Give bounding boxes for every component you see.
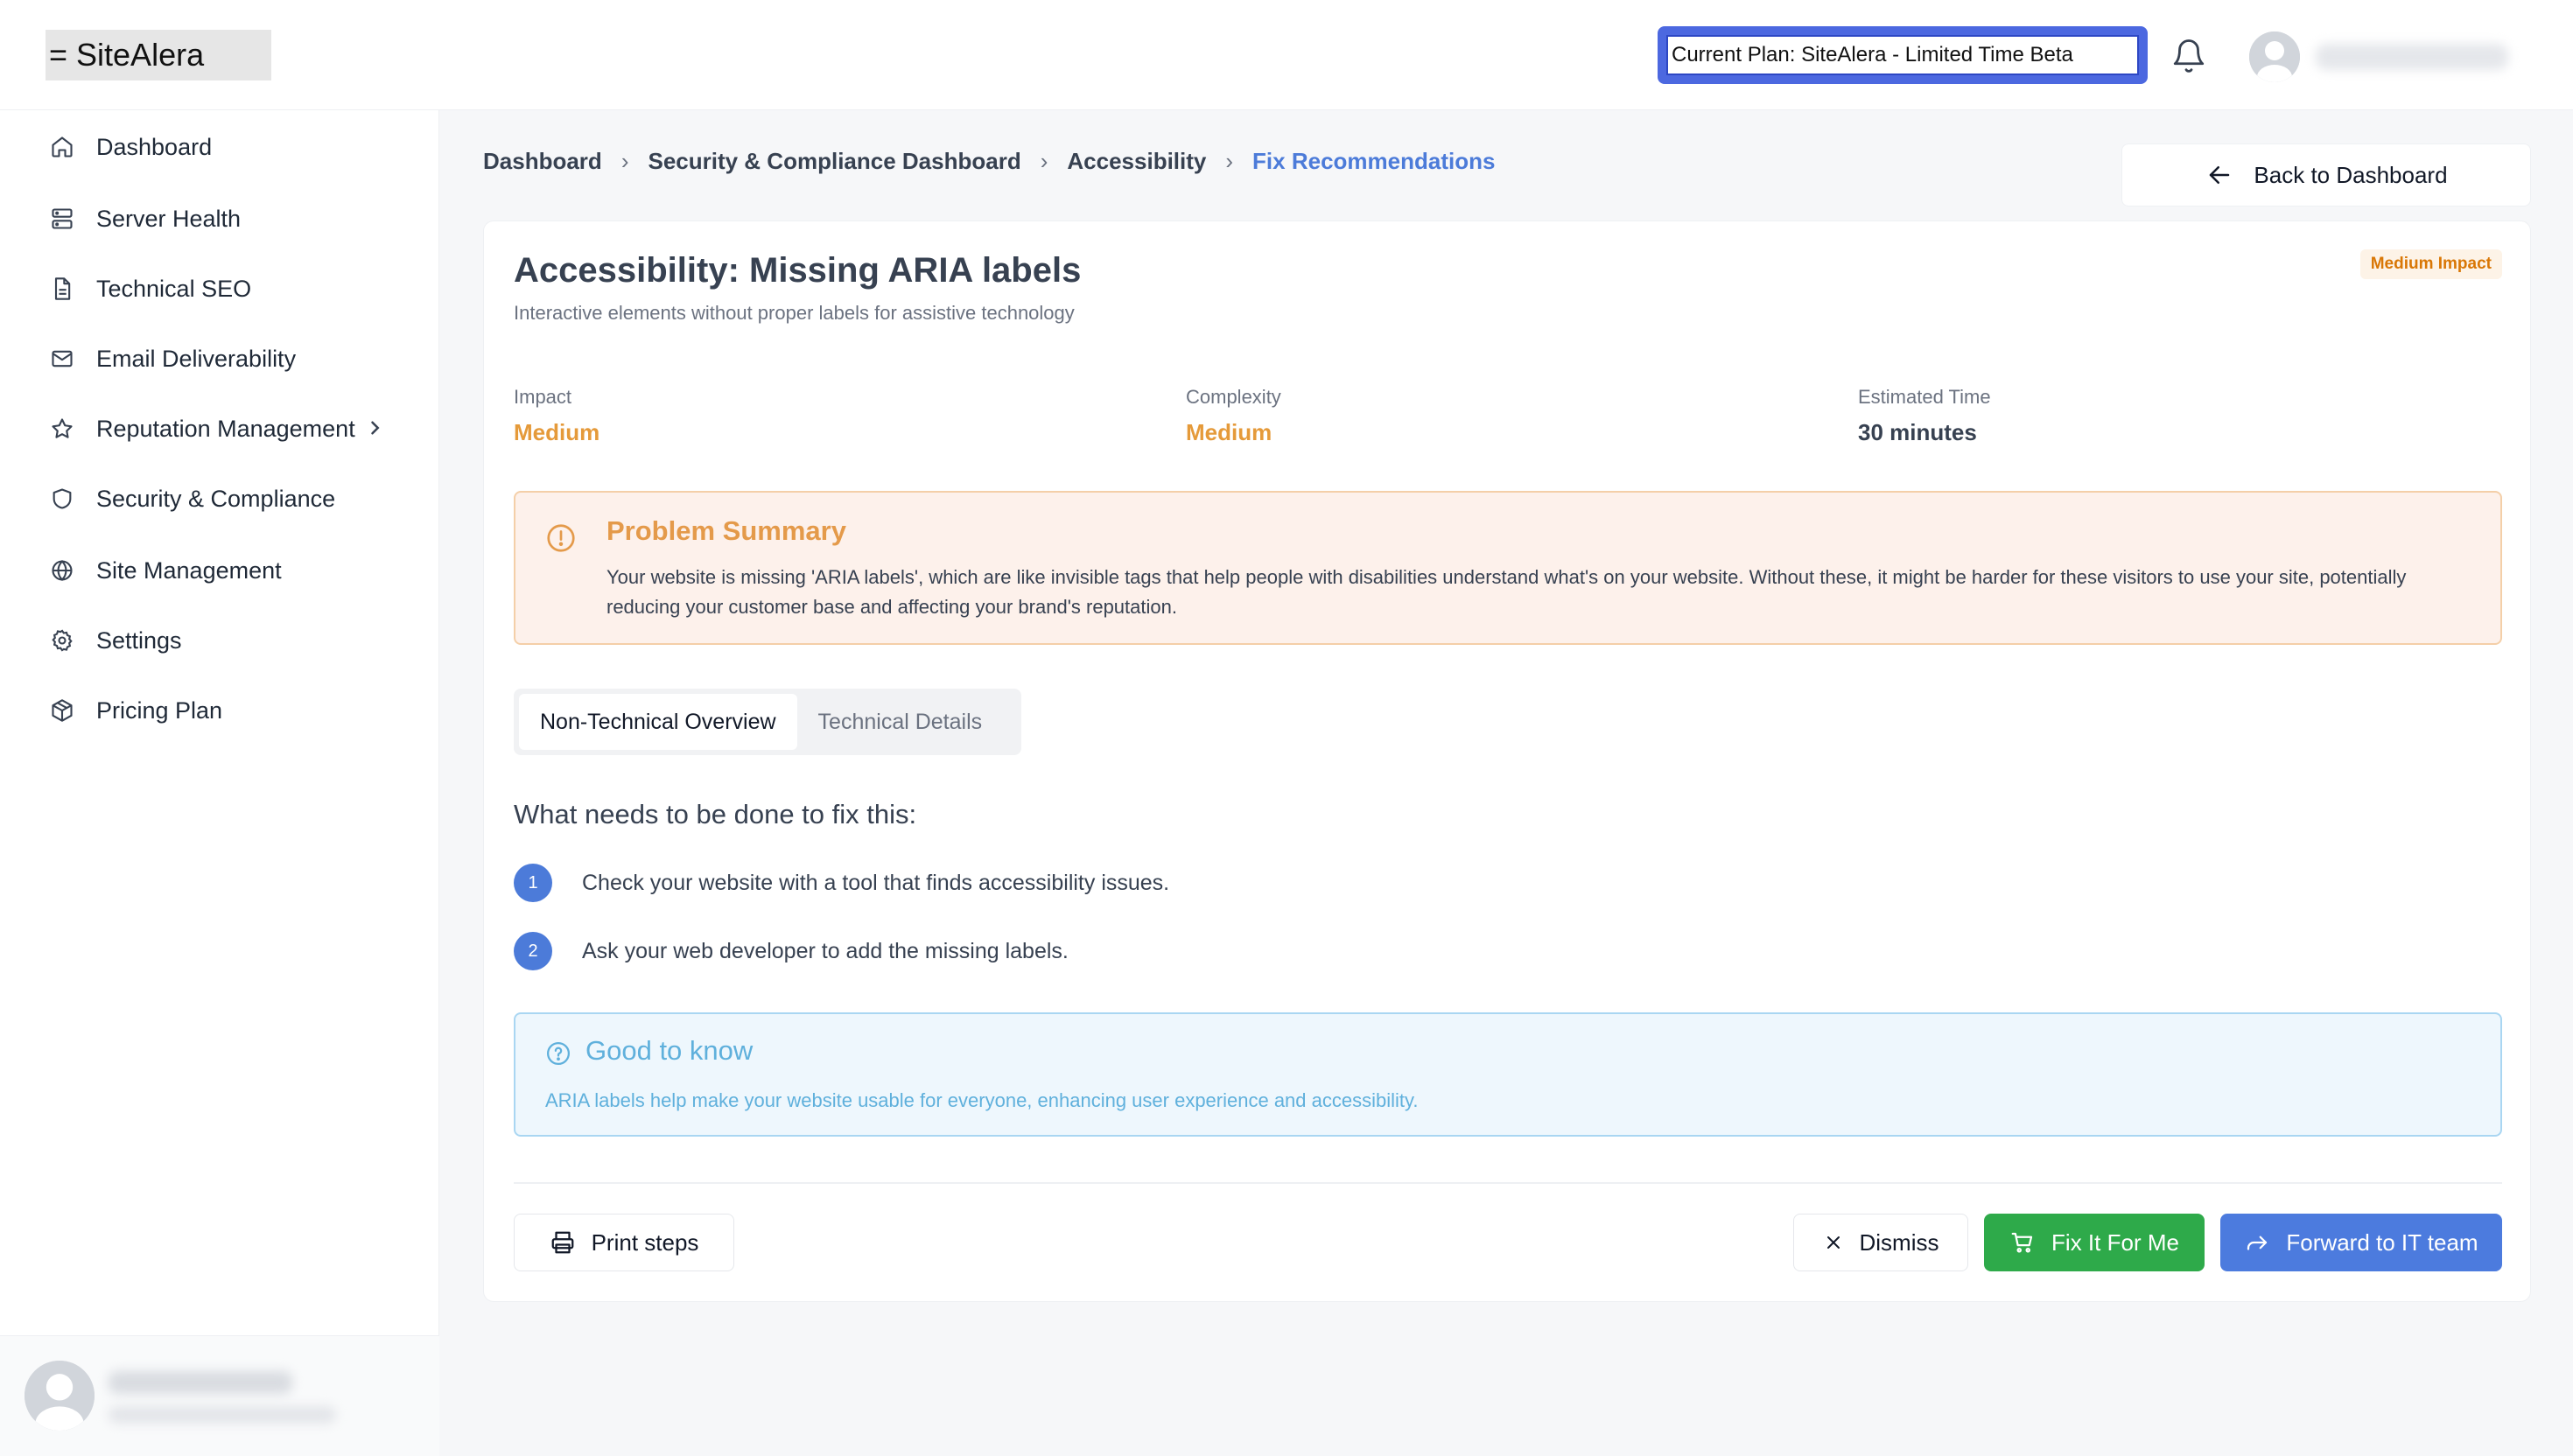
user-name-blurred xyxy=(109,1371,292,1394)
user-email-blurred xyxy=(109,1406,336,1424)
overview-tabs: Non-Technical Overview Technical Details xyxy=(514,689,1021,755)
step-text: Check your website with a tool that find… xyxy=(582,870,1170,895)
metric-value: Medium xyxy=(514,419,600,445)
document-icon xyxy=(49,276,75,302)
sidebar-item-dashboard[interactable]: Dashboard xyxy=(49,130,212,164)
sidebar-item-label: Server Health xyxy=(96,205,242,232)
button-label: Print steps xyxy=(591,1228,699,1256)
forward-icon xyxy=(2244,1229,2270,1256)
chevron-right-icon: › xyxy=(1225,147,1234,174)
back-to-dashboard-button[interactable]: Back to Dashboard xyxy=(2121,144,2531,206)
sidebar-item-label: Settings xyxy=(96,626,182,654)
chevron-right-icon: › xyxy=(1040,147,1048,174)
user-avatar[interactable] xyxy=(2249,32,2300,82)
avatar xyxy=(25,1361,95,1431)
section-heading: What needs to be done to fix this: xyxy=(514,799,917,830)
dismiss-button[interactable]: Dismiss xyxy=(1793,1214,1968,1271)
sidebar: Dashboard Server Health Technical SEO Em… xyxy=(0,110,439,1456)
logo[interactable]: = SiteAlera xyxy=(46,30,271,80)
sidebar-item-reputation-management[interactable]: Reputation Management xyxy=(49,411,382,446)
sidebar-item-settings[interactable]: Settings xyxy=(49,623,182,658)
top-header: = SiteAlera Current Plan: SiteAlera - Li… xyxy=(0,0,2573,110)
sidebar-item-server-health[interactable]: Server Health xyxy=(49,201,241,236)
globe-icon xyxy=(49,557,75,584)
sidebar-item-technical-seo[interactable]: Technical SEO xyxy=(49,271,251,306)
metric-label: Complexity xyxy=(1186,386,1281,408)
step-text: Ask your web developer to add the missin… xyxy=(582,938,1069,963)
metric-label: Impact xyxy=(514,386,572,408)
metric-complexity: Complexity Medium xyxy=(1186,386,1281,446)
metric-impact: Impact Medium xyxy=(514,386,599,446)
cart-icon xyxy=(2009,1229,2036,1256)
arrow-left-icon xyxy=(2205,162,2234,188)
page-title: Accessibility: Missing ARIA labels xyxy=(514,251,1082,290)
tab-technical-details[interactable]: Technical Details xyxy=(797,694,1004,750)
sidebar-item-label: Site Management xyxy=(96,556,282,584)
list-item: 2 Ask your web developer to add the miss… xyxy=(514,932,1069,970)
printer-icon xyxy=(550,1229,576,1256)
good-to-know-box: Good to know ARIA labels help make your … xyxy=(514,1012,2502,1137)
breadcrumb: Dashboard › Security & Compliance Dashbo… xyxy=(483,145,1495,177)
bell-icon[interactable] xyxy=(2170,37,2207,75)
package-icon xyxy=(49,697,75,724)
page-subtitle: Interactive elements without proper labe… xyxy=(514,302,1075,324)
breadcrumb-accessibility[interactable]: Accessibility xyxy=(1067,148,1206,175)
sidebar-user-profile[interactable] xyxy=(0,1335,439,1456)
metric-estimated-time: Estimated Time 30 minutes xyxy=(1858,386,1991,446)
sidebar-item-security-compliance[interactable]: Security & Compliance xyxy=(49,481,335,516)
button-label: Forward to IT team xyxy=(2286,1228,2478,1256)
list-item: 1 Check your website with a tool that fi… xyxy=(514,864,1169,902)
fix-recommendation-card: Accessibility: Missing ARIA labels Inter… xyxy=(483,220,2531,1302)
metric-value: 30 minutes xyxy=(1858,419,1977,445)
step-number: 2 xyxy=(514,932,552,970)
step-number: 1 xyxy=(514,864,552,902)
button-label: Dismiss xyxy=(1859,1228,1939,1256)
chevron-right-icon: › xyxy=(620,147,629,174)
current-plan-badge[interactable]: Current Plan: SiteAlera - Limited Time B… xyxy=(1658,26,2148,84)
problem-summary-text: Your website is missing 'ARIA labels', w… xyxy=(606,566,2407,618)
print-steps-button[interactable]: Print steps xyxy=(514,1214,734,1271)
divider xyxy=(514,1182,2502,1184)
shield-icon xyxy=(49,486,75,512)
sidebar-item-pricing-plan[interactable]: Pricing Plan xyxy=(49,693,222,728)
chevron-right-icon xyxy=(368,416,382,443)
status-badge: Medium Impact xyxy=(2359,249,2502,279)
forward-to-it-team-button[interactable]: Forward to IT team xyxy=(2220,1214,2502,1271)
sidebar-item-label: Email Deliverability xyxy=(96,345,297,372)
good-to-know-title: Good to know xyxy=(585,1035,754,1066)
server-icon xyxy=(49,206,75,232)
gear-icon xyxy=(49,627,75,654)
button-label: Fix It For Me xyxy=(2051,1228,2179,1256)
current-plan-label: Current Plan: SiteAlera - Limited Time B… xyxy=(1666,35,2139,75)
sidebar-item-label: Pricing Plan xyxy=(96,696,223,724)
sidebar-item-label: Technical SEO xyxy=(96,275,252,302)
alert-circle-icon xyxy=(545,522,577,554)
breadcrumb-dashboard[interactable]: Dashboard xyxy=(483,148,602,175)
home-icon xyxy=(49,134,75,160)
star-icon xyxy=(49,416,75,442)
breadcrumb-security-compliance[interactable]: Security & Compliance Dashboard xyxy=(648,148,1020,175)
metric-value: Medium xyxy=(1186,419,1272,445)
back-button-label: Back to Dashboard xyxy=(2254,161,2448,188)
tab-non-technical-overview[interactable]: Non-Technical Overview xyxy=(519,694,797,750)
metric-label: Estimated Time xyxy=(1858,386,1991,408)
problem-summary-title: Problem Summary xyxy=(606,515,846,546)
fix-it-for-me-button[interactable]: Fix It For Me xyxy=(1984,1214,2205,1271)
sidebar-item-label: Security & Compliance xyxy=(96,485,336,512)
problem-summary-box: Problem Summary Your website is missing … xyxy=(514,491,2502,645)
good-to-know-text: ARIA labels help make your website usabl… xyxy=(545,1089,1419,1111)
sidebar-item-email-deliverability[interactable]: Email Deliverability xyxy=(49,341,296,376)
sidebar-item-label: Reputation Management xyxy=(96,415,355,442)
breadcrumb-current: Fix Recommendations xyxy=(1252,147,1496,174)
mail-icon xyxy=(49,346,75,372)
user-name-blurred xyxy=(2316,44,2508,70)
help-circle-icon xyxy=(545,1040,571,1067)
sidebar-item-label: Dashboard xyxy=(96,133,213,160)
sidebar-item-site-management[interactable]: Site Management xyxy=(49,553,282,588)
close-icon xyxy=(1823,1232,1844,1253)
